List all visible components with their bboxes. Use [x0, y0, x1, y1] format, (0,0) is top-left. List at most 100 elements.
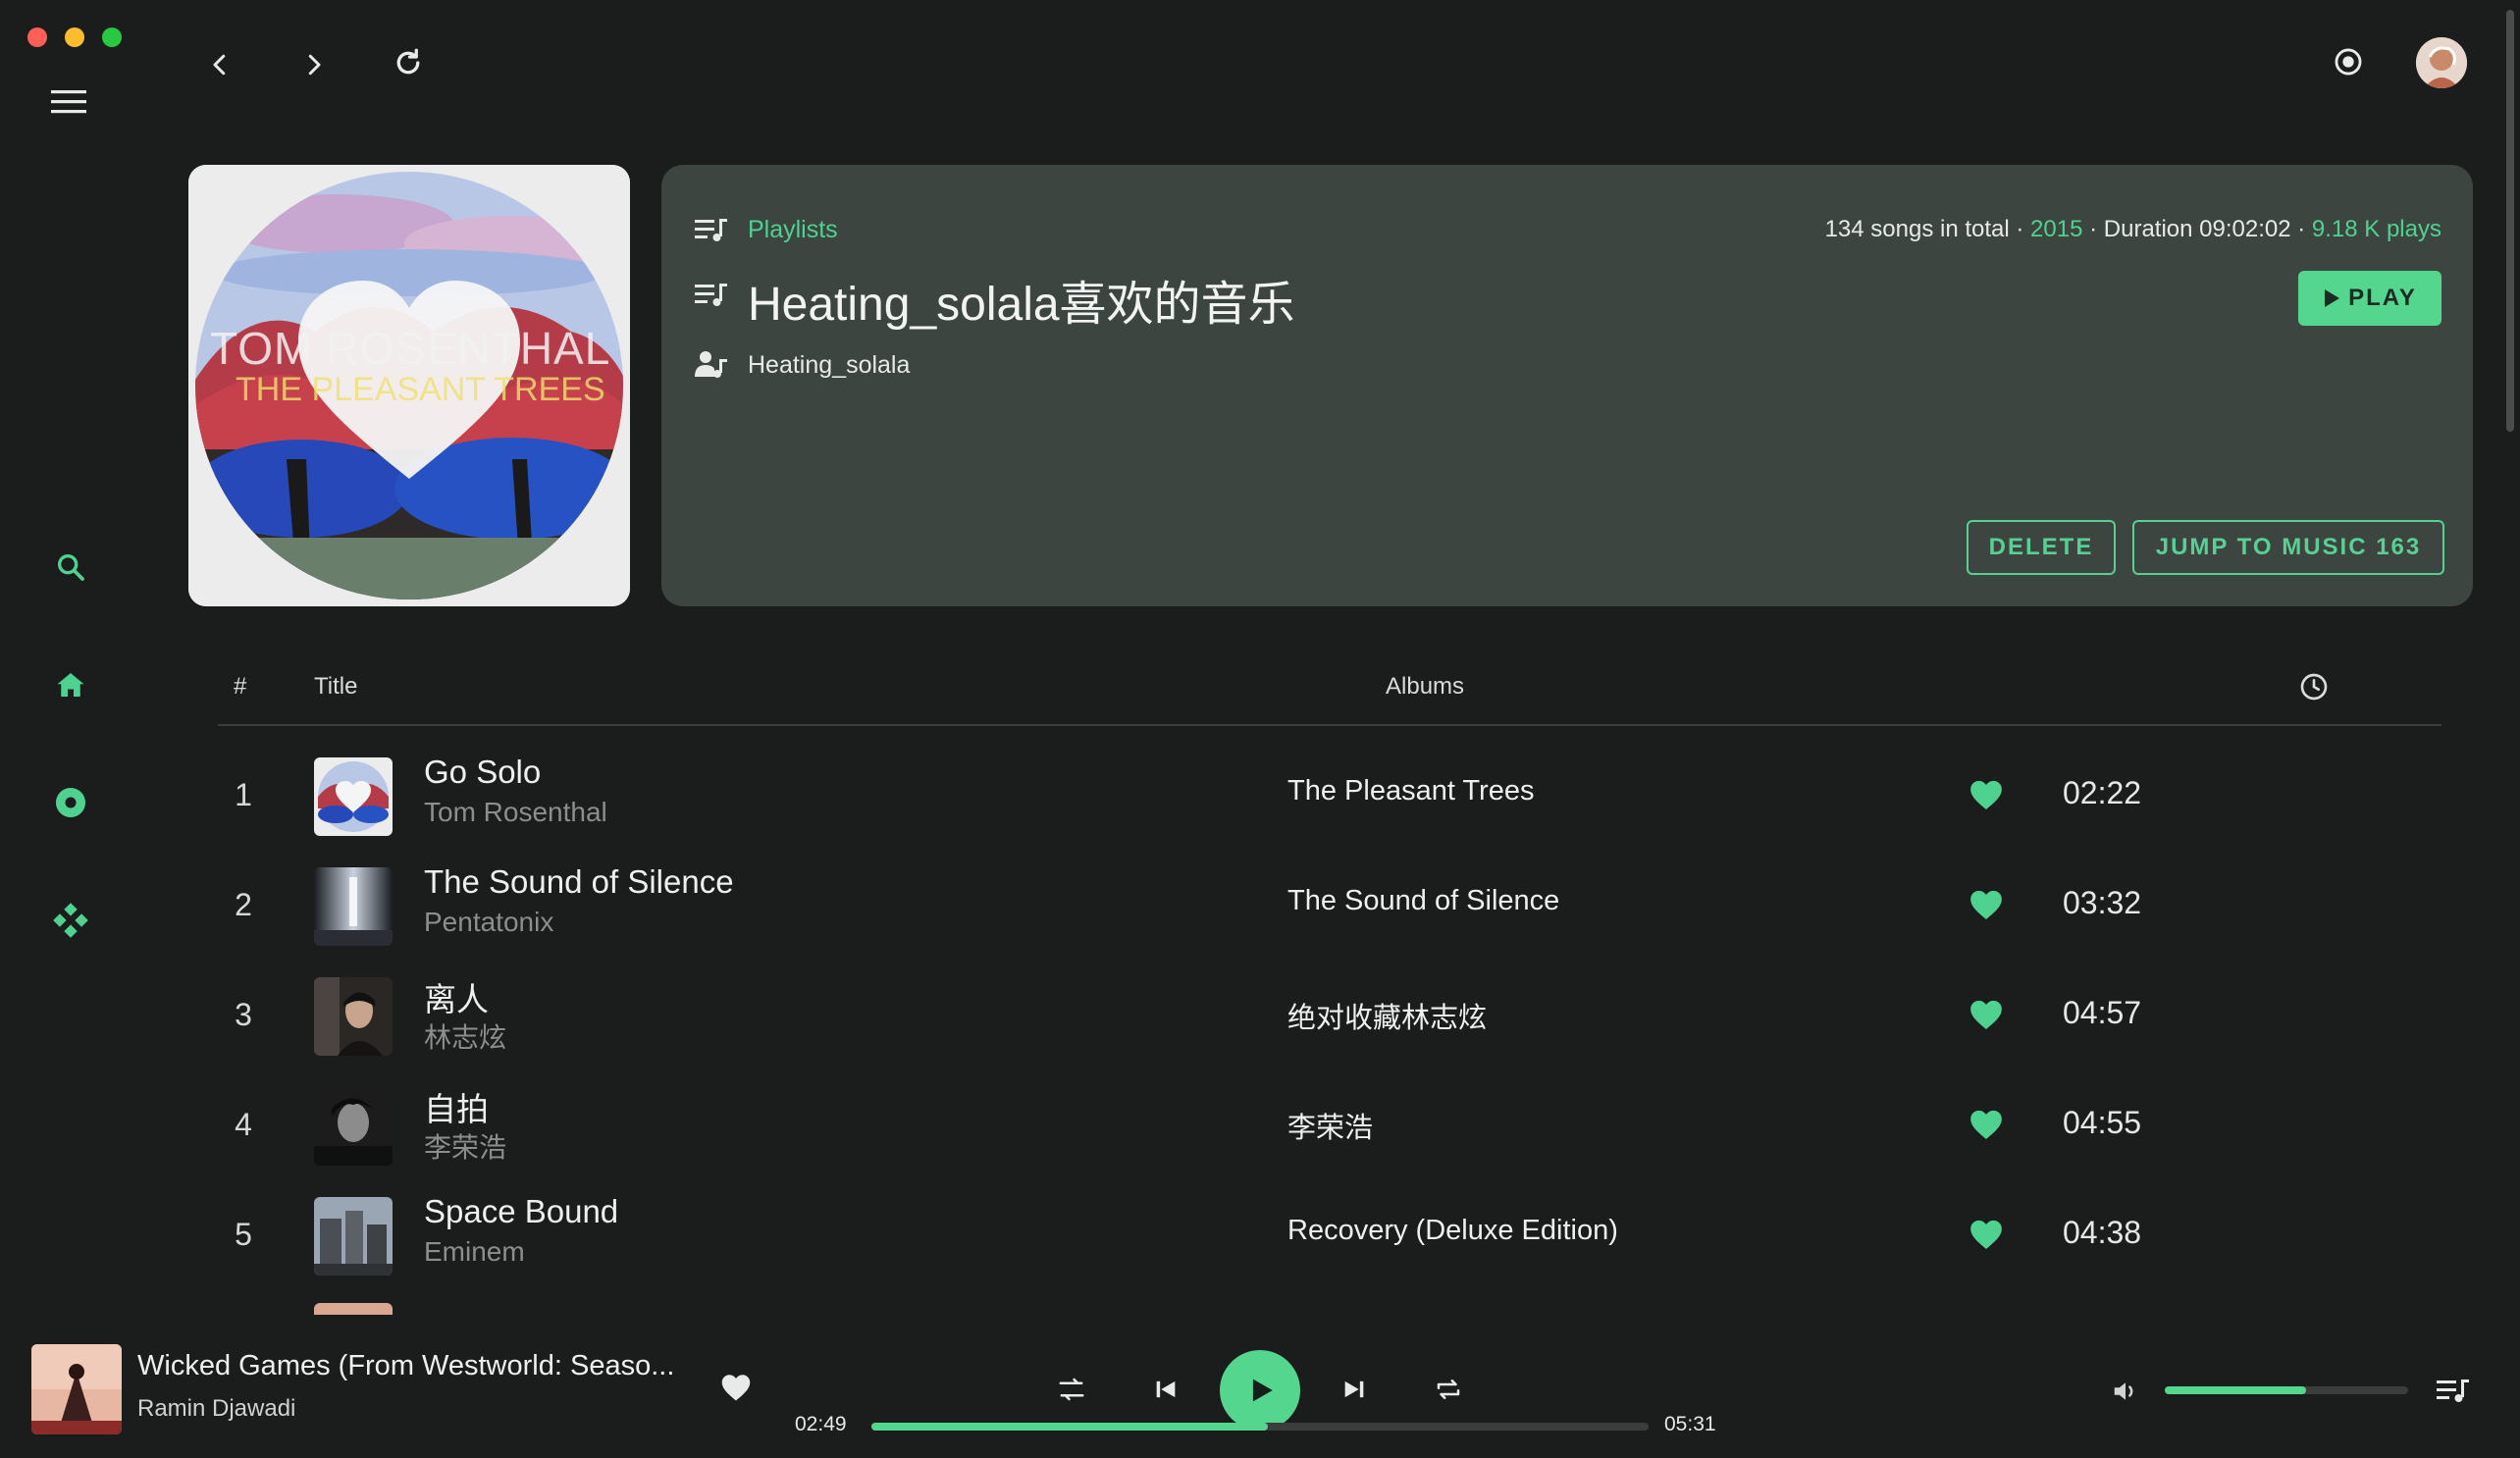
track-artist[interactable]: 李荣浩	[424, 1126, 506, 1166]
window-zoom-button[interactable]	[102, 27, 122, 47]
window-close-button[interactable]	[27, 27, 47, 47]
now-playing-artwork[interactable]	[31, 1344, 122, 1434]
album-art	[314, 867, 393, 946]
track-artist[interactable]: 林志炫	[424, 1016, 506, 1056]
shuffle-button[interactable]	[1052, 1370, 1091, 1409]
now-playing-like-button[interactable]	[718, 1370, 754, 1405]
album-art	[314, 757, 393, 836]
playlist-header-card: Playlists Heating_solala喜欢的音乐 Heating_so…	[661, 165, 2473, 606]
stats-separator: ·	[2290, 216, 2312, 242]
stats-duration: Duration 09:02:02	[2103, 216, 2291, 242]
track-row[interactable]: 2 The Sound of Silence Pentatonix The So…	[218, 858, 2441, 956]
playlist-icon	[695, 219, 727, 241]
heart-icon	[1970, 1220, 2002, 1249]
track-row[interactable]: 4 自拍 李荣浩 李荣浩 04:55	[218, 1077, 2441, 1175]
stats-year: 2015	[2030, 216, 2083, 242]
scrollbar[interactable]	[2504, 0, 2516, 1315]
back-button[interactable]	[196, 41, 243, 88]
next-button[interactable]	[1335, 1370, 1374, 1409]
playlist-creator[interactable]: Heating_solala	[748, 351, 910, 380]
diamond-grid-icon	[53, 903, 88, 938]
track-title[interactable]: Space Bound	[424, 1193, 618, 1230]
track-row[interactable]: 5 Space Bound Eminem Recovery (Deluxe Ed…	[218, 1187, 2441, 1285]
track-artist[interactable]: Tom Rosenthal	[424, 797, 607, 828]
skip-previous-icon	[1156, 1380, 1176, 1398]
heart-icon	[721, 1375, 751, 1401]
forward-button[interactable]	[290, 41, 338, 88]
track-duration: 04:55	[2063, 1105, 2142, 1140]
track-artist[interactable]: Pentatonix	[424, 907, 553, 938]
total-time: 05:31	[1664, 1413, 1716, 1435]
player-bar: Wicked Games (From Westworld: Seaso... R…	[0, 1315, 2520, 1458]
sidebar-item-home[interactable]	[45, 659, 96, 710]
theme-toggle-button[interactable]	[2326, 39, 2371, 84]
play-pause-button[interactable]	[1220, 1350, 1300, 1431]
track-row[interactable]: 3 离人 林志炫 绝对收藏林志炫 04:57	[218, 967, 2441, 1066]
volume-button[interactable]	[2106, 1372, 2145, 1411]
track-title[interactable]: Go Solo	[424, 754, 541, 791]
like-button[interactable]	[1967, 775, 2006, 814]
shuffle-icon	[1059, 1378, 1084, 1401]
track-thumbnail	[314, 757, 393, 836]
now-playing-artist[interactable]: Ramin Djawadi	[137, 1395, 295, 1423]
chevron-left-icon	[213, 54, 226, 76]
album-art	[314, 1087, 393, 1166]
heart-icon	[1970, 780, 2002, 809]
track-title[interactable]: 自拍	[424, 1083, 489, 1130]
track-album[interactable]: Recovery (Deluxe Edition)	[1287, 1215, 1618, 1247]
menu-button[interactable]	[43, 78, 98, 126]
playlist-icon	[695, 284, 727, 306]
track-number: 1	[235, 777, 252, 812]
play-icon	[2325, 289, 2340, 307]
disc-icon	[55, 787, 86, 818]
track-artist[interactable]: Eminem	[424, 1236, 525, 1268]
sidebar-item-explore[interactable]	[45, 895, 96, 946]
track-album[interactable]: 李荣浩	[1287, 1105, 1373, 1146]
track-title[interactable]: The Sound of Silence	[424, 863, 734, 901]
volume-slider[interactable]	[2165, 1386, 2408, 1394]
now-playing-title[interactable]: Wicked Games (From Westworld: Seaso...	[137, 1350, 674, 1382]
playlist-section-icon	[695, 216, 728, 245]
track-number: 2	[235, 887, 252, 922]
track-album[interactable]: The Sound of Silence	[1287, 885, 1559, 917]
track-album[interactable]: The Pleasant Trees	[1287, 775, 1534, 807]
track-title[interactable]: 离人	[424, 973, 489, 1020]
delete-button[interactable]: DELETE	[1967, 520, 2116, 575]
playlist-title: Heating_solala喜欢的音乐	[748, 279, 1295, 331]
scrollbar-thumb[interactable]	[2506, 10, 2514, 432]
progress-bar[interactable]	[871, 1423, 1649, 1431]
playlist-section-label[interactable]: Playlists	[748, 216, 838, 244]
heart-icon	[1970, 890, 2002, 919]
like-button[interactable]	[1967, 1215, 2006, 1254]
album-art	[314, 1197, 393, 1276]
table-divider	[218, 724, 2441, 726]
like-button[interactable]	[1967, 995, 2006, 1034]
track-row[interactable]: 1 Go Solo Tom Rosenthal The Pleasant Tre…	[218, 748, 2441, 846]
playlist-stats: 134 songs in total · 2015 · Duration 09:…	[1825, 216, 2441, 243]
like-button[interactable]	[1967, 885, 2006, 924]
track-album[interactable]: 绝对收藏林志炫	[1287, 995, 1487, 1036]
repeat-icon	[1437, 1380, 1460, 1399]
skip-next-icon	[1344, 1380, 1364, 1398]
window-minimize-button[interactable]	[65, 27, 84, 47]
like-button[interactable]	[1967, 1105, 2006, 1144]
track-duration: 02:22	[2063, 775, 2142, 810]
current-time: 02:49	[795, 1413, 847, 1435]
track-thumbnail	[314, 867, 393, 946]
previous-button[interactable]	[1146, 1370, 1185, 1409]
jump-to-music163-button[interactable]: JUMP TO MUSIC 163	[2132, 520, 2444, 575]
column-header-title: Title	[314, 673, 358, 700]
radio-target-icon	[2335, 48, 2362, 76]
sidebar-item-search[interactable]	[45, 542, 96, 593]
avatar[interactable]	[2416, 37, 2467, 88]
play-button[interactable]: PLAY	[2298, 271, 2441, 326]
sidebar-item-discover[interactable]	[45, 777, 96, 828]
repeat-button[interactable]	[1429, 1370, 1468, 1409]
track-number: 5	[235, 1217, 252, 1252]
playlist-queue-icon	[2437, 1380, 2469, 1402]
refresh-button[interactable]	[385, 39, 432, 86]
heart-icon	[1970, 1000, 2002, 1029]
queue-button[interactable]	[2432, 1370, 2475, 1413]
volume-fill	[2165, 1386, 2306, 1394]
avatar-image	[2416, 37, 2467, 88]
